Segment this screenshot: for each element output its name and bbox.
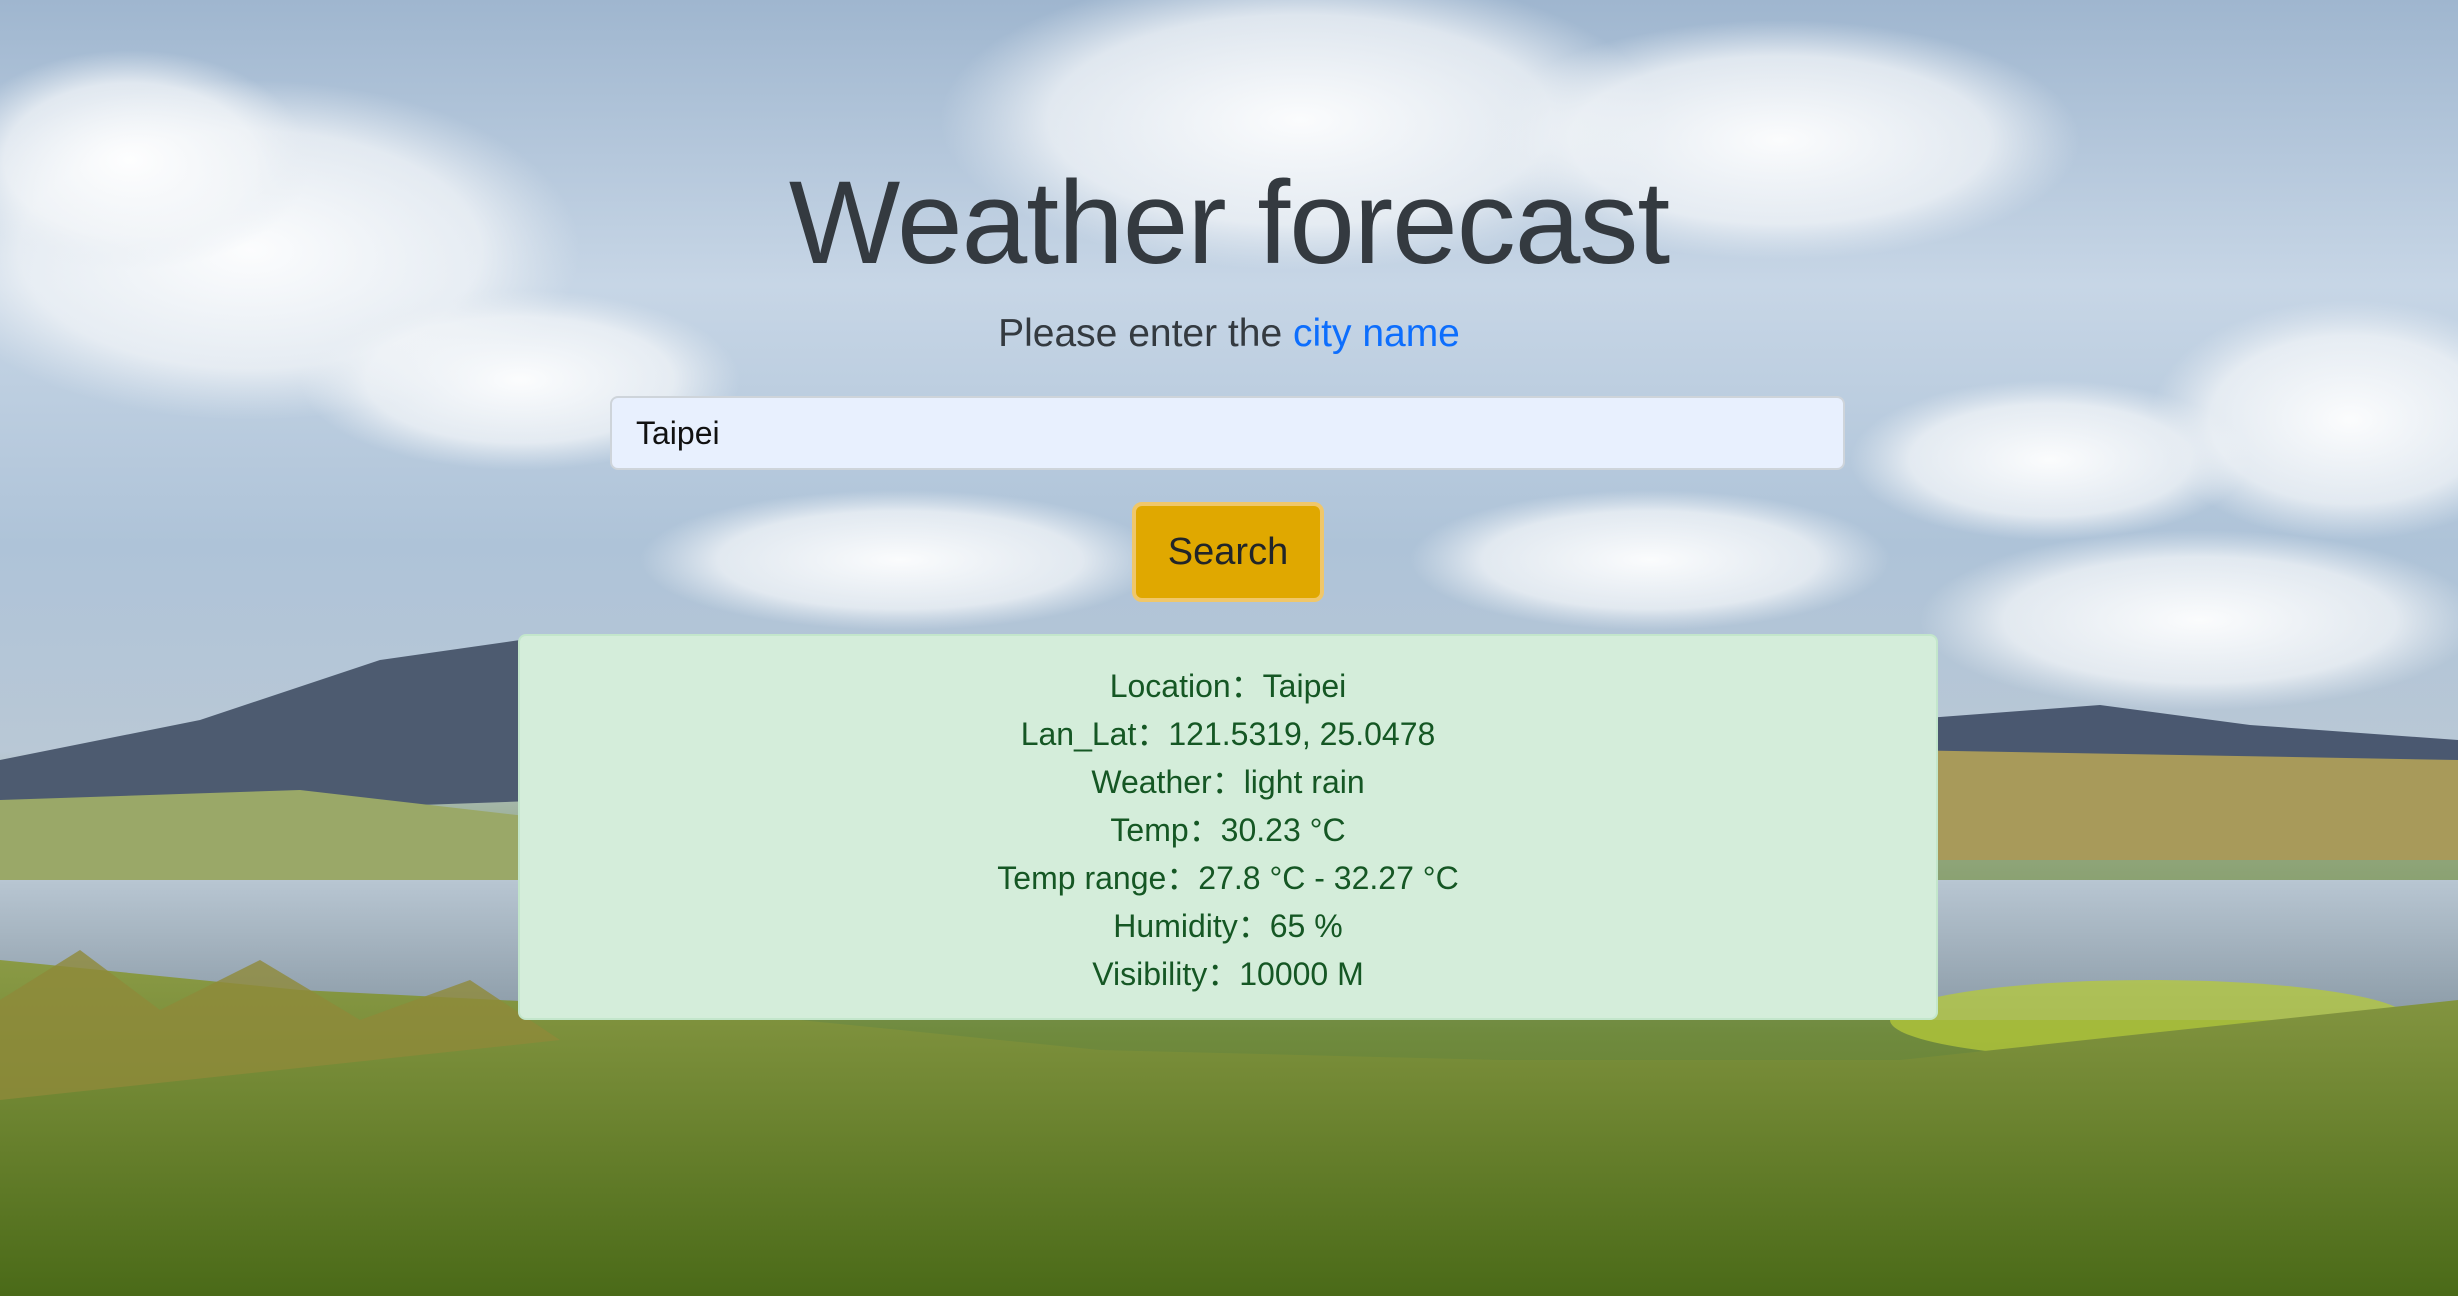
search-button[interactable]: Search <box>1132 502 1324 602</box>
app-page: Weather forecast Please enter the city n… <box>0 0 2458 1296</box>
result-lan-lat: Lan_Lat：121.5319, 25.0478 <box>1020 716 1436 752</box>
result-temp: Temp：30.23 °C <box>1110 812 1346 848</box>
city-search-input[interactable] <box>610 396 1845 470</box>
result-location: Location：Taipei <box>1109 668 1347 704</box>
city-name-highlight: city name <box>1292 312 1460 355</box>
result-humidity: Humidity：65 % <box>1113 908 1343 944</box>
weather-result-panel: Location：Taipei Lan_Lat：121.5319, 25.047… <box>518 634 1938 1020</box>
city-prompt-text: Please enter the <box>998 312 1293 355</box>
result-visibility: Visibility：10000 M <box>1092 956 1364 992</box>
city-prompt: Please enter the city name <box>0 308 2458 360</box>
result-temp-range: Temp range：27.8 °C - 32.27 °C <box>997 860 1459 896</box>
page-title: Weather forecast <box>788 157 1670 289</box>
result-weather: Weather：light rain <box>1091 764 1365 800</box>
